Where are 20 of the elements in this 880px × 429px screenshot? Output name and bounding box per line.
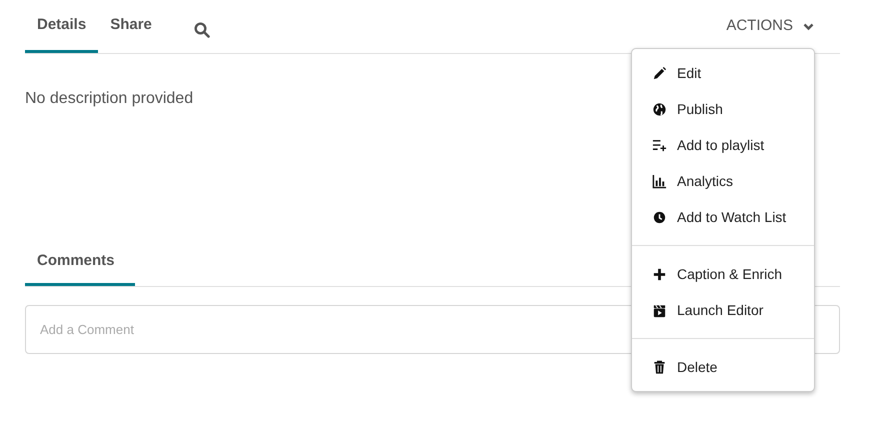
menu-item[interactable]: Add to Watch List: [632, 199, 814, 235]
clock-icon: [652, 210, 667, 224]
plus-icon: [652, 266, 667, 282]
menu-item[interactable]: Analytics: [632, 163, 814, 199]
tab[interactable]: Details: [25, 0, 98, 53]
pencil-icon: [652, 66, 667, 80]
menu-item[interactable]: Caption & Enrich: [632, 256, 814, 292]
clapperboard-icon: [652, 302, 667, 318]
tab[interactable]: Share: [98, 0, 164, 53]
menu-item[interactable]: Publish: [632, 91, 814, 127]
tab[interactable]: Comments: [25, 239, 135, 286]
search-icon: [194, 22, 210, 38]
menu-item[interactable]: Add to playlist: [632, 127, 814, 163]
globe-icon: [652, 102, 667, 116]
menu-item[interactable]: Edit: [632, 55, 814, 91]
list-plus-icon: [652, 138, 667, 152]
trash-icon: [652, 360, 667, 374]
description-text: No description provided: [25, 89, 194, 109]
bar-chart-icon: [652, 174, 667, 188]
actions-button[interactable]: ACTIONS: [726, 15, 814, 38]
